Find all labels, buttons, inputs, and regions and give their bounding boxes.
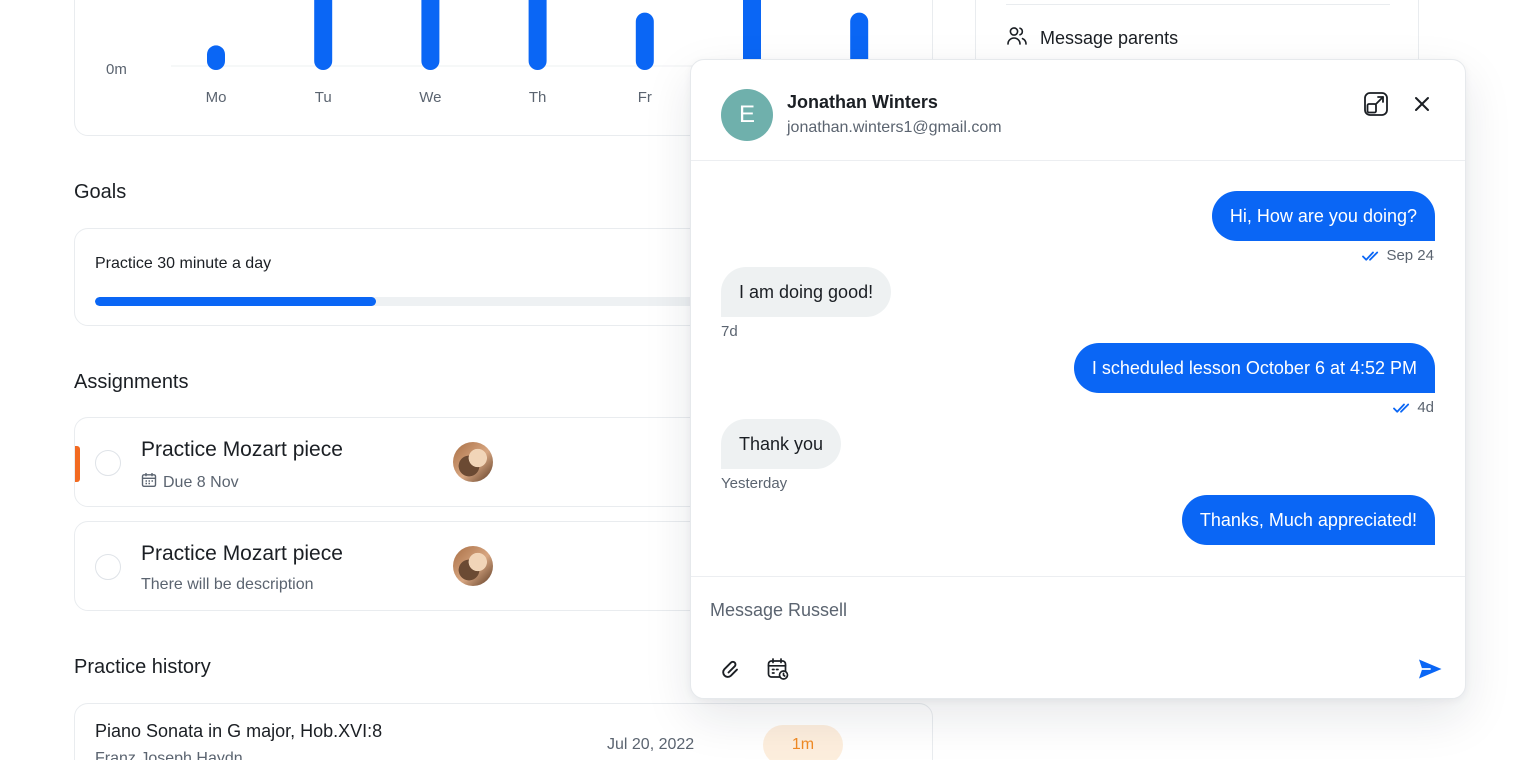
chart-bar-we <box>421 0 440 70</box>
y-tick-label: 0m <box>106 61 127 78</box>
x-tick-label: Mo <box>206 89 227 106</box>
expand-icon <box>1364 92 1388 116</box>
x-tick-label: Tu <box>315 89 332 106</box>
message-meta: 4d <box>1393 399 1434 416</box>
chat-header: E Jonathan Winters jonathan.winters1@gma… <box>691 60 1465 161</box>
avatar <box>453 442 493 482</box>
close-icon <box>1415 97 1429 111</box>
chart-bar-fr <box>635 12 654 70</box>
goals-heading: Goals <box>74 181 127 203</box>
assignments-heading: Assignments <box>74 371 189 393</box>
history-date: Jul 20, 2022 <box>607 736 695 753</box>
x-tick-label: Th <box>529 89 547 106</box>
expand-button[interactable] <box>1361 89 1391 119</box>
message-timestamp: Yesterday <box>721 475 788 492</box>
practice-history-heading: Practice history <box>74 656 211 678</box>
assignment-checkbox[interactable] <box>95 450 121 476</box>
attach-button[interactable] <box>717 655 745 683</box>
incoming-message: I am doing good! <box>721 267 892 317</box>
calendar-icon <box>141 472 157 493</box>
contact-email: jonathan.winters1@gmail.com <box>787 119 1002 136</box>
chat-composer <box>691 576 1465 698</box>
double-check-icon <box>1393 403 1410 413</box>
users-icon <box>1006 25 1028 52</box>
message-timestamp: 7d <box>721 323 738 340</box>
outgoing-message: Hi, How are you doing? <box>1211 191 1435 241</box>
chart-bar-mo <box>207 45 225 70</box>
avatar <box>453 546 493 586</box>
schedule-button[interactable] <box>764 655 792 683</box>
send-button[interactable] <box>1416 655 1444 683</box>
divider <box>1006 4 1390 5</box>
assignment-due-text: Due 8 Nov <box>163 473 239 491</box>
message-timestamp: 4d <box>1417 399 1434 416</box>
history-piece-title: Piano Sonata in G major, Hob.XVI:8 <box>95 721 383 741</box>
assignment-priority-accent <box>75 446 80 482</box>
student-dashboard: 0mMoTuWeThFrSaSu Goals Practice 30 minut… <box>0 0 1518 760</box>
outgoing-message: I scheduled lesson October 6 at 4:52 PM <box>1073 343 1435 393</box>
goal-title: Practice 30 minute a day <box>95 255 272 272</box>
calendar-schedule-icon <box>767 658 789 680</box>
incoming-message: Thank you <box>721 419 842 469</box>
duration-badge: 1m <box>763 725 843 760</box>
chart-bar-tu <box>314 0 333 70</box>
message-parents-label: Message parents <box>1040 28 1179 48</box>
message-input[interactable] <box>710 595 1410 625</box>
paperclip-icon <box>722 660 738 678</box>
history-composer: Franz Joseph Haydn <box>95 750 243 760</box>
assignment-due: Due 8 Nov <box>141 472 239 493</box>
message-parents-button[interactable]: Message parents <box>1006 25 1178 52</box>
x-tick-label: Fr <box>638 89 652 106</box>
assignment-title: Practice Mozart piece <box>141 438 343 461</box>
assignment-checkbox[interactable] <box>95 554 121 580</box>
contact-name: Jonathan Winters <box>787 92 938 112</box>
close-button[interactable] <box>1407 89 1437 119</box>
x-tick-label: We <box>419 89 441 106</box>
assignment-description: There will be description <box>141 576 314 593</box>
chat-panel: E Jonathan Winters jonathan.winters1@gma… <box>690 59 1466 699</box>
message-meta: Sep 24 <box>1362 247 1434 264</box>
message-timestamp: Sep 24 <box>1386 247 1434 264</box>
contact-avatar: E <box>721 89 773 141</box>
outgoing-message: Thanks, Much appreciated! <box>1181 495 1435 545</box>
assignment-title: Practice Mozart piece <box>141 542 343 565</box>
send-icon <box>1419 659 1442 679</box>
history-row[interactable]: Piano Sonata in G major, Hob.XVI:8 Franz… <box>74 703 933 760</box>
goal-progress-fill <box>95 297 377 306</box>
double-check-icon <box>1362 251 1379 261</box>
chart-bar-th <box>528 0 547 70</box>
